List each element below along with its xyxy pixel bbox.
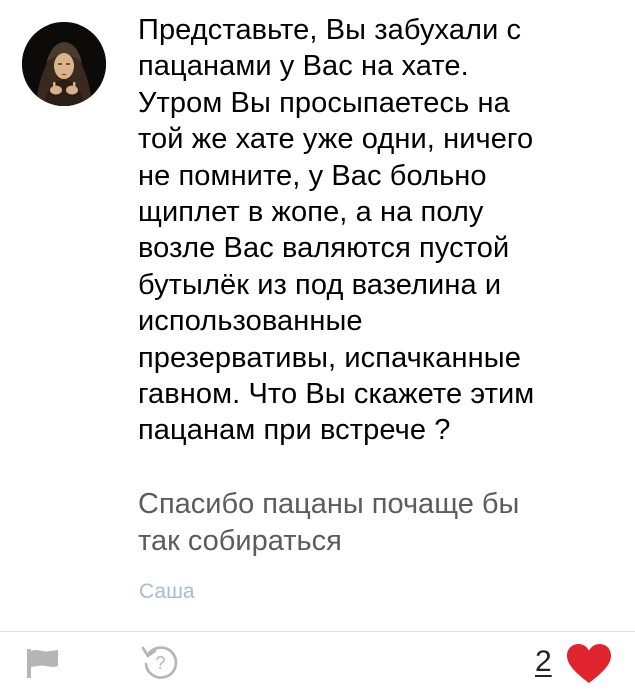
svg-text:?: ? xyxy=(155,653,165,673)
author-link[interactable]: Саша xyxy=(139,580,195,604)
heart-icon[interactable] xyxy=(566,643,612,685)
flag-icon[interactable] xyxy=(26,648,60,678)
like-count[interactable]: 2 xyxy=(535,645,552,679)
divider xyxy=(0,631,635,632)
question-text: Представьте, Вы забухали с пацанами у Ва… xyxy=(138,14,535,447)
answer-text: Спасибо пацаны почаще бы так собираться xyxy=(138,488,520,557)
avatar[interactable] xyxy=(22,22,106,106)
question-sync-icon[interactable]: ? xyxy=(140,642,180,682)
avatar-image xyxy=(22,22,106,106)
